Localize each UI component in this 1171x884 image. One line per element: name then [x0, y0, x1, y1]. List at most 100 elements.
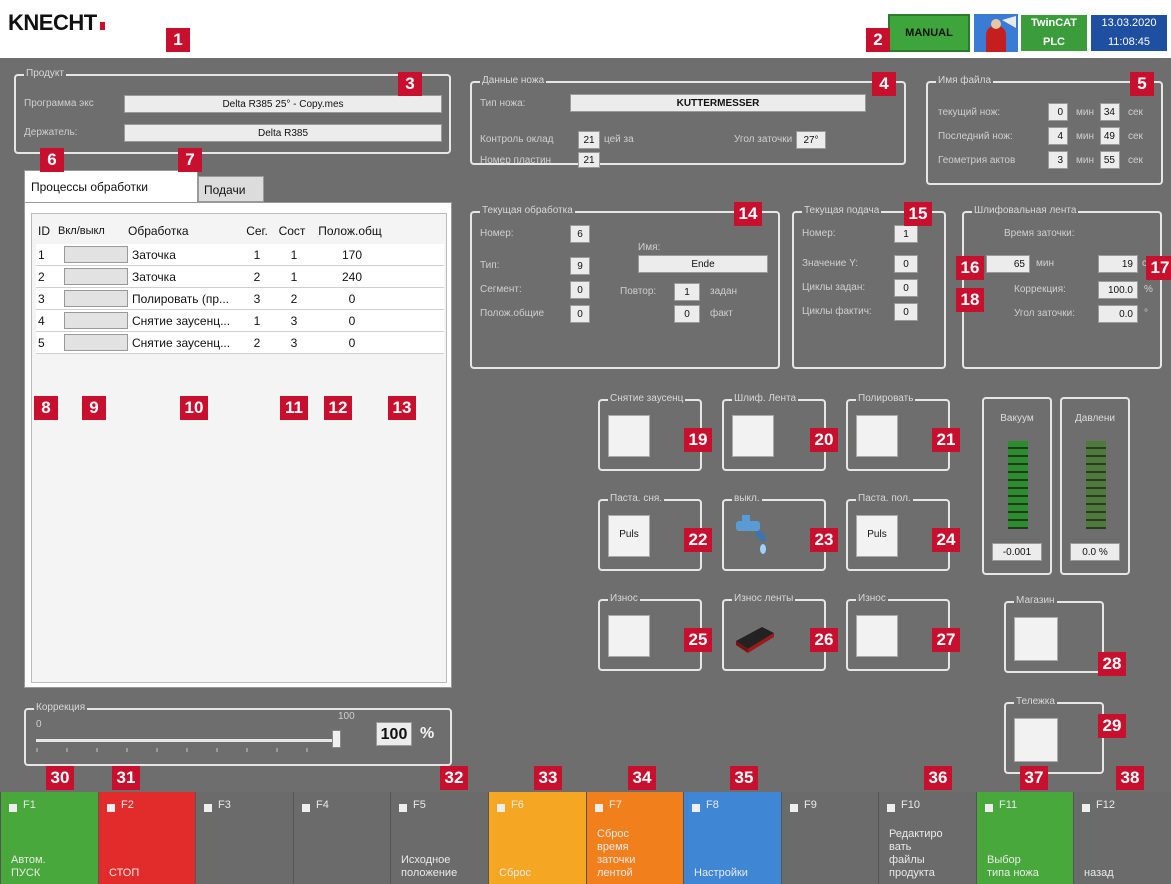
marker-3: 3 — [398, 72, 422, 96]
angle-field[interactable]: 27° — [796, 131, 826, 149]
table-row[interactable]: 2 Заточка 2 1 240 — [36, 266, 444, 288]
faucet-icon — [736, 515, 766, 554]
pressure-label: Давлени — [1075, 413, 1115, 424]
fkey-number: F10 — [901, 799, 920, 811]
belt-corr-field[interactable]: 100.0 — [1098, 281, 1138, 299]
fkey-f11[interactable]: F11 Выбор типа ножа — [976, 792, 1074, 884]
fkey-f1[interactable]: F1 Автом. ПУСК — [0, 792, 98, 884]
polish-button[interactable] — [856, 415, 898, 457]
deburr-title: Снятие заусенц — [608, 392, 686, 406]
wear-title-1: Износ — [608, 592, 640, 606]
deburr-button[interactable] — [608, 415, 650, 457]
fkey-label: назад — [1084, 867, 1114, 879]
table-body: 1 Заточка 1 1 170 2 Заточка 2 1 240 3 Полировать (п… — [36, 244, 444, 354]
correction-slider-thumb[interactable] — [332, 730, 341, 748]
indicator-square-icon — [9, 804, 17, 812]
correction-slider-track[interactable] — [36, 739, 336, 742]
fkey-f7[interactable]: F7 Сброс время заточки лентой — [586, 792, 684, 884]
marker-27: 27 — [932, 628, 960, 652]
wear-button-1[interactable] — [608, 615, 650, 657]
table-row[interactable]: 5 Снятие заусенц... 2 3 0 — [36, 332, 444, 354]
cart-button[interactable] — [1014, 718, 1058, 762]
indicator-square-icon — [497, 804, 505, 812]
plate-field[interactable]: 21 — [578, 152, 600, 168]
fkey-label: Автом. ПУСК — [11, 854, 46, 879]
slider-ticks — [36, 748, 336, 752]
marker-16: 16 — [956, 256, 984, 280]
plate-label: Номер пластин — [480, 155, 552, 166]
table-header-row: ID Вкл/выкл Обработка Сег. Сост Полож.об… — [36, 220, 390, 242]
vacuum-gauge: Вакуум -0.001 — [982, 397, 1052, 575]
table-row[interactable]: 4 Снятие заусенц... 1 3 0 — [36, 310, 444, 332]
fkey-f8[interactable]: F8 Настройки — [683, 792, 781, 884]
repeat-act-field: 0 — [674, 305, 700, 323]
fkey-f3[interactable]: F3 — [195, 792, 293, 884]
toggle-button[interactable] — [64, 334, 128, 351]
holder-field[interactable]: Delta R385 — [124, 124, 442, 142]
fkey-f5[interactable]: F5 Исходное положение — [390, 792, 488, 884]
marker-13: 13 — [388, 396, 416, 420]
toggle-button[interactable] — [64, 290, 128, 307]
paste-polish-button-label: Puls — [867, 529, 887, 540]
fkey-number: F8 — [706, 799, 719, 811]
belt-angle-field[interactable]: 0.0 — [1098, 305, 1138, 323]
cell-process: Снятие заусенц... — [132, 314, 231, 328]
last-knife-label: Последний нож: — [938, 131, 1013, 142]
marker-21: 21 — [932, 428, 960, 452]
paste-polish-button[interactable]: Puls — [856, 515, 898, 557]
correction-title: Коррекция — [34, 701, 88, 715]
marker-23: 23 — [810, 528, 838, 552]
feed-y-field: 0 — [894, 255, 918, 273]
marker-10: 10 — [180, 396, 208, 420]
toggle-button[interactable] — [64, 312, 128, 329]
marker-31: 31 — [112, 766, 140, 790]
toggle-button[interactable] — [64, 246, 128, 263]
fkey-f10[interactable]: F10 Редактиро вать файлы продукта — [878, 792, 976, 884]
tab-processes[interactable]: Процессы обработки — [24, 170, 198, 202]
fkey-number: F7 — [609, 799, 622, 811]
vacuum-bar — [1008, 441, 1028, 529]
fkey-f2[interactable]: F2 СТОП — [98, 792, 196, 884]
belt-wear-icon[interactable] — [732, 615, 776, 657]
proc-num-label: Номер: — [480, 228, 514, 239]
wear-button-2[interactable] — [856, 615, 898, 657]
belt-button[interactable] — [732, 415, 774, 457]
table-row[interactable]: 1 Заточка 1 1 170 — [36, 244, 444, 266]
control-field[interactable]: 21 — [578, 131, 600, 149]
cell-id: 4 — [38, 314, 45, 328]
fkey-f4[interactable]: F4 — [293, 792, 391, 884]
belt-corr-unit: % — [1144, 284, 1153, 295]
correction-value-field[interactable]: 100 — [376, 722, 412, 746]
proc-pos-label: Полож.общие — [480, 308, 545, 319]
program-field[interactable]: Delta R385 25° - Copy.mes — [124, 95, 442, 113]
process-table-container: ID Вкл/выкл Обработка Сег. Сост Полож.об… — [24, 202, 452, 688]
belt-wear-title: Износ ленты — [732, 592, 796, 606]
product-title: Продукт — [24, 67, 66, 81]
paste-deburr-button[interactable]: Puls — [608, 515, 650, 557]
tab-feeds[interactable]: Подачи — [198, 176, 264, 202]
geometry-min: 3 — [1048, 151, 1068, 169]
marker-32: 32 — [440, 766, 468, 790]
water-tap-icon[interactable] — [732, 513, 774, 559]
proc-pos-field: 0 — [570, 305, 590, 323]
user-icon[interactable] — [974, 14, 1018, 52]
toggle-button[interactable] — [64, 268, 128, 285]
marker-5: 5 — [1130, 72, 1154, 96]
user-silhouette-icon — [986, 16, 1016, 52]
last-knife-sec: 49 — [1100, 127, 1120, 145]
water-title: выкл. — [732, 492, 762, 506]
fkey-f6[interactable]: F6 Сброс — [488, 792, 586, 884]
polish-title: Полировать — [856, 392, 916, 406]
marker-2: 2 — [866, 28, 890, 52]
col-header-pos: Полож.общ — [318, 224, 382, 238]
marker-19: 19 — [684, 428, 712, 452]
fkey-f12[interactable]: F12 назад — [1073, 792, 1171, 884]
magazine-button[interactable] — [1014, 617, 1058, 661]
cycles-act-field: 0 — [894, 303, 918, 321]
table-row[interactable]: 3 Полировать (пр... 3 2 0 — [36, 288, 444, 310]
knife-type-field[interactable]: KUTTERMESSER — [570, 94, 866, 112]
fkey-f9[interactable]: F9 — [781, 792, 879, 884]
marker-34: 34 — [628, 766, 656, 790]
cell-id: 1 — [38, 248, 45, 262]
indicator-square-icon — [1082, 804, 1090, 812]
